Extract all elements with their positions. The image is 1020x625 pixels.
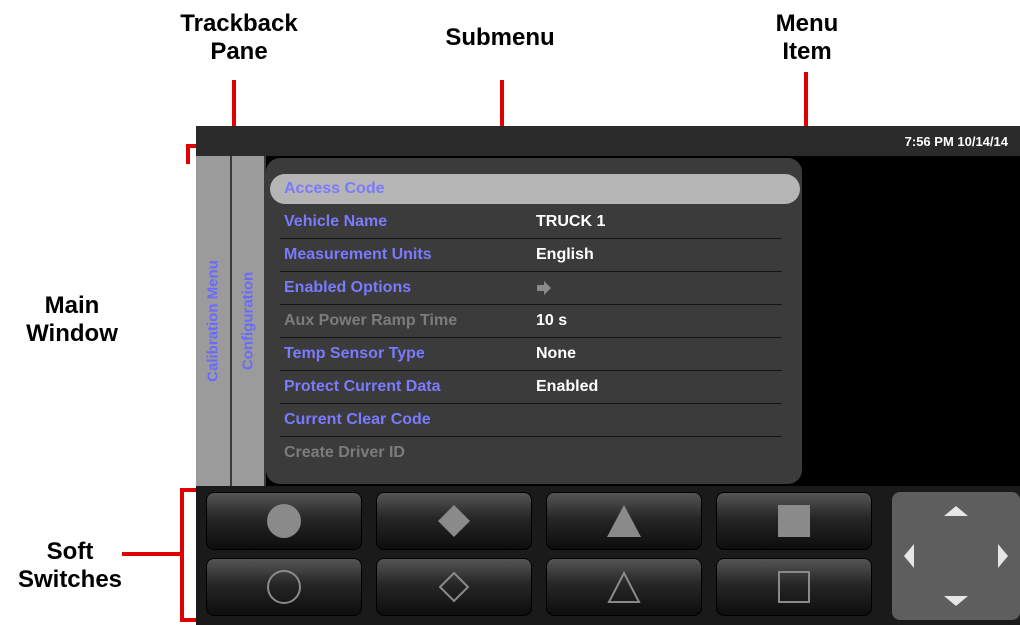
trackback-calibration-menu[interactable]: Calibration Menu	[196, 156, 232, 486]
diamond-filled-icon	[438, 505, 470, 537]
soft-switch-square-filled[interactable]	[716, 492, 872, 550]
status-bar: 7:56 PM 10/14/14	[196, 126, 1020, 156]
trackback-label: Calibration Menu	[204, 260, 222, 382]
menu-item-label: Temp Sensor Type	[284, 345, 425, 362]
soft-switch-triangle-outline[interactable]	[546, 558, 702, 616]
callout-submenu: Submenu	[445, 24, 555, 51]
menu-item-measurement-units[interactable]: Measurement Units English	[280, 239, 782, 272]
clock: 7:56 PM 10/14/14	[904, 134, 1008, 149]
menu-item-label: Protect Current Data	[284, 378, 441, 395]
circle-filled-icon	[267, 504, 301, 538]
square-filled-icon	[778, 505, 810, 537]
callout-main-window: Main Window	[26, 292, 118, 347]
soft-switch-square-outline[interactable]	[716, 558, 872, 616]
soft-switches-pointer-line	[122, 552, 182, 556]
menu-item-vehicle-name[interactable]: Vehicle Name TRUCK 1	[280, 206, 782, 239]
soft-switch-bar	[196, 486, 1020, 625]
arrow-right-icon	[537, 281, 551, 295]
menu-item-label: Enabled Options	[284, 279, 412, 296]
arrow-up-icon[interactable]	[942, 504, 970, 518]
trackback-bracket-left	[186, 144, 190, 164]
triangle-filled-icon	[607, 505, 641, 537]
arrow-down-icon[interactable]	[942, 594, 970, 608]
device-screen: 7:56 PM 10/14/14 Calibration Menu Config…	[196, 126, 1020, 625]
menu-item-label: Access Code	[284, 180, 385, 197]
menu-item-value: Enabled	[536, 378, 599, 395]
circle-outline-icon	[267, 570, 301, 604]
menu-item-label: Current Clear Code	[284, 411, 431, 428]
menu-panel: Access Code Vehicle Name TRUCK 1 Measure…	[266, 158, 802, 484]
arrow-left-icon[interactable]	[902, 542, 916, 570]
trackback-configuration[interactable]: Configuration	[232, 156, 266, 486]
soft-switches-bracket-vert	[180, 488, 184, 622]
soft-switch-circle-outline[interactable]	[206, 558, 362, 616]
diamond-outline-icon	[438, 571, 470, 603]
square-outline-icon	[778, 571, 810, 603]
menu-item-value: English	[536, 246, 594, 263]
callout-menu-item: Menu Item	[775, 10, 839, 65]
menu-item-value: TRUCK 1	[536, 213, 606, 230]
menu-item-protect-current-data[interactable]: Protect Current Data Enabled	[280, 371, 782, 404]
arrow-right-icon[interactable]	[996, 542, 1010, 570]
menu-item-value: None	[536, 345, 576, 362]
soft-switch-diamond-filled[interactable]	[376, 492, 532, 550]
directional-pad[interactable]	[892, 492, 1020, 620]
trackback-label: Configuration	[239, 271, 257, 371]
menu-item-access-code[interactable]: Access Code	[270, 174, 800, 204]
menu-item-label: Aux Power Ramp Time	[284, 312, 458, 329]
menu-item-label: Create Driver ID	[284, 444, 405, 461]
menu-item-value: 10 s	[536, 312, 568, 329]
menu-item-create-driver-id: Create Driver ID	[280, 437, 782, 470]
menu-item-aux-power-ramp-time: Aux Power Ramp Time 10 s	[280, 305, 782, 338]
callout-soft-switches: Soft Switches	[17, 538, 123, 593]
soft-switch-triangle-filled[interactable]	[546, 492, 702, 550]
menu-item-temp-sensor-type[interactable]: Temp Sensor Type None	[280, 338, 782, 371]
triangle-outline-icon	[607, 570, 641, 603]
menu-item-enabled-options[interactable]: Enabled Options	[280, 272, 782, 305]
soft-switch-diamond-outline[interactable]	[376, 558, 532, 616]
callout-trackback-pane: Trackback Pane	[180, 10, 298, 65]
menu-item-label: Measurement Units	[284, 246, 432, 263]
soft-switch-circle-filled[interactable]	[206, 492, 362, 550]
menu-item-label: Vehicle Name	[284, 213, 388, 230]
menu-item-current-clear-code[interactable]: Current Clear Code	[280, 404, 782, 437]
